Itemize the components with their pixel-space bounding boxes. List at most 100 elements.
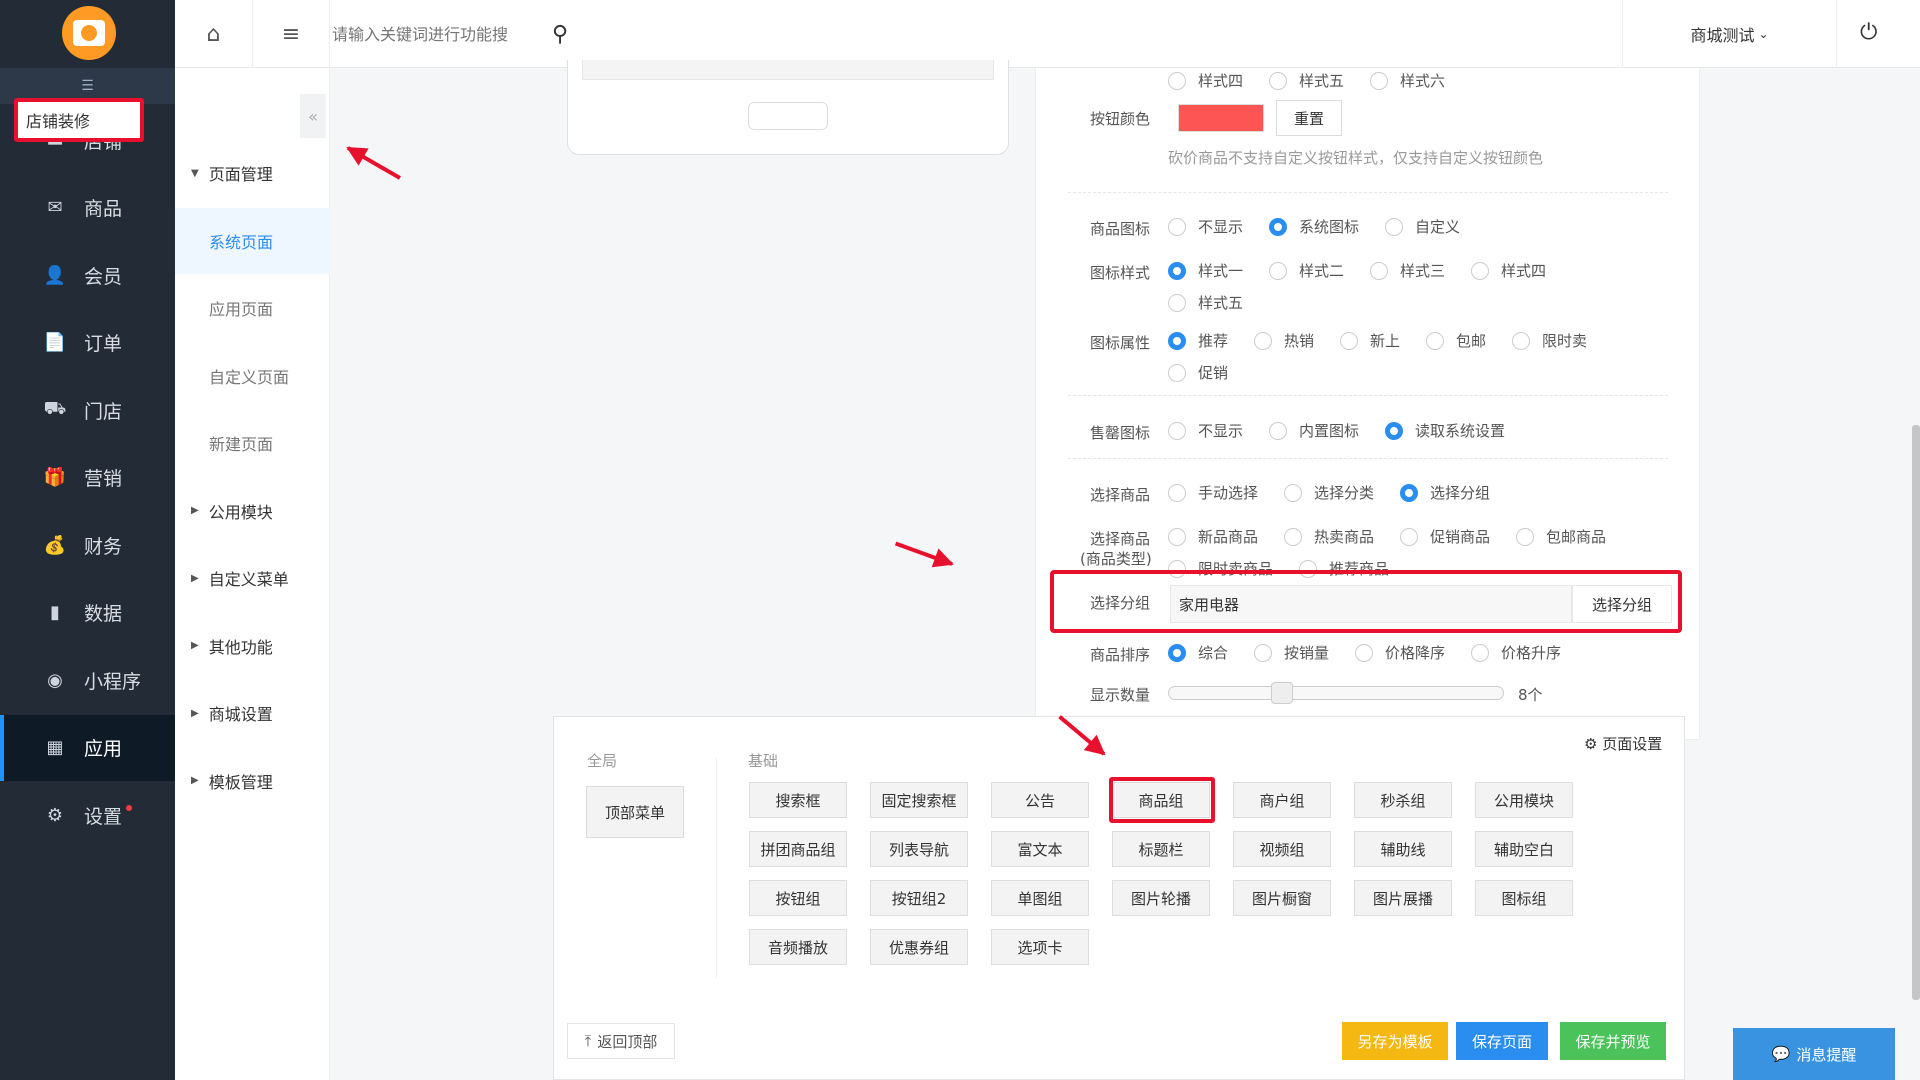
radio-label: 价格升序 — [1501, 644, 1562, 662]
palette-item[interactable]: 辅助空白 — [1475, 831, 1573, 867]
subnav-item-7[interactable]: ▶ 其他功能 — [175, 613, 330, 679]
save-page-button[interactable]: 保存页面 — [1456, 1022, 1548, 1060]
radio-option[interactable]: 热卖商品 — [1284, 526, 1374, 547]
save-template-button[interactable]: 另存为模板 — [1342, 1022, 1448, 1060]
radio-option[interactable]: 自定义 — [1385, 216, 1460, 237]
radio-option[interactable]: 包邮商品 — [1516, 526, 1606, 547]
radio-option[interactable]: 价格降序 — [1355, 642, 1445, 663]
subnav-item-3[interactable]: 自定义页面 — [175, 343, 330, 409]
radio-option[interactable]: 不显示 — [1168, 420, 1243, 441]
shop-dropdown[interactable]: 商城测试 ⌄ — [1622, 0, 1837, 68]
palette-item[interactable]: 优惠券组 — [870, 929, 968, 965]
radio-option[interactable]: 内置图标 — [1269, 420, 1359, 441]
palette-item[interactable]: 选项卡 — [991, 929, 1089, 965]
page-settings-button[interactable]: ⚙ 页面设置 — [1584, 733, 1662, 754]
search-icon[interactable]: ⚲ — [552, 22, 568, 47]
palette-item[interactable]: 公告 — [991, 782, 1089, 818]
count-slider[interactable] — [1168, 686, 1504, 700]
radio-label: 样式五 — [1299, 72, 1345, 90]
nav-item-2[interactable]: 👤 会员 — [0, 242, 175, 308]
palette-item[interactable]: 图标组 — [1475, 880, 1573, 916]
radio-option[interactable]: 新上 — [1340, 330, 1400, 351]
radio-option[interactable]: 按销量 — [1254, 642, 1329, 663]
palette-item[interactable]: 按钮组 — [749, 880, 847, 916]
radio-option[interactable]: 限时卖 — [1512, 330, 1587, 351]
palette-item[interactable]: 音频播放 — [749, 929, 847, 965]
nav-item-4[interactable]: ⛟ 门店 — [0, 377, 175, 443]
palette-item-global[interactable]: 顶部菜单 — [586, 786, 684, 838]
palette-item[interactable]: 图片橱窗 — [1233, 880, 1331, 916]
select-group-label: 选择分组 — [1090, 594, 1151, 612]
nav-item-9[interactable]: ▦ 应用 — [0, 714, 175, 781]
radio-option[interactable]: 系统图标 — [1269, 216, 1359, 237]
radio-option[interactable]: 包邮 — [1426, 330, 1486, 351]
subnav-item-2[interactable]: 应用页面 — [175, 275, 330, 341]
palette-item[interactable]: 富文本 — [991, 831, 1089, 867]
reset-button[interactable]: 重置 — [1276, 100, 1342, 136]
palette-item[interactable]: 商户组 — [1233, 782, 1331, 818]
radio-option[interactable]: 综合 — [1168, 642, 1228, 663]
nav-item-5[interactable]: 🎁 营销 — [0, 445, 175, 511]
nav-item-label: 数据 — [84, 603, 123, 625]
palette-item[interactable]: 图片展播 — [1354, 880, 1452, 916]
preview-button[interactable] — [748, 102, 828, 130]
subnav-item-8[interactable]: ▶ 商城设置 — [175, 680, 330, 746]
radio-option[interactable]: 选择分类 — [1284, 482, 1374, 503]
palette-item[interactable]: 单图组 — [991, 880, 1089, 916]
palette-item[interactable]: 拼团商品组 — [749, 831, 847, 867]
radio-option[interactable]: 样式四 — [1168, 70, 1243, 91]
radio-option[interactable]: 样式六 — [1370, 70, 1445, 91]
count-slider-handle[interactable] — [1271, 682, 1294, 704]
nav-item-8[interactable]: ◉ 小程序 — [0, 647, 175, 713]
radio-option[interactable]: 选择分组 — [1400, 482, 1490, 503]
button-color-swatch[interactable] — [1178, 104, 1264, 132]
nav-item-6[interactable]: 💰 财务 — [0, 512, 175, 578]
nav-item-7[interactable]: ▮ 数据 — [0, 580, 175, 646]
select-group-input[interactable]: 家用电器 — [1170, 585, 1572, 623]
radio-option[interactable]: 手动选择 — [1168, 482, 1258, 503]
subnav-item-5[interactable]: ▶ 公用模块 — [175, 478, 330, 544]
radio-option[interactable]: 促销商品 — [1400, 526, 1490, 547]
select-group-button[interactable]: 选择分组 — [1572, 585, 1672, 623]
save-preview-button[interactable]: 保存并预览 — [1560, 1022, 1666, 1060]
message-button[interactable]: 💬 消息提醒 — [1733, 1028, 1895, 1080]
palette-item[interactable]: 辅助线 — [1354, 831, 1452, 867]
radio-option[interactable]: 推荐 — [1168, 330, 1228, 351]
palette-item[interactable]: 标题栏 — [1112, 831, 1210, 867]
subnav-item-6[interactable]: ▶ 自定义菜单 — [175, 545, 330, 611]
radio-option[interactable]: 样式五 — [1269, 70, 1344, 91]
radio-option[interactable]: 读取系统设置 — [1385, 420, 1505, 441]
palette-item[interactable]: 搜索框 — [749, 782, 847, 818]
menu-icon[interactable]: ≡ — [253, 0, 330, 68]
back-to-top-button[interactable]: ⤒ 返回顶部 — [567, 1023, 675, 1059]
nav-item-3[interactable]: 📄 订单 — [0, 310, 175, 376]
power-icon[interactable]: ⏻ — [1860, 20, 1877, 45]
palette-item[interactable]: 图片轮播 — [1112, 880, 1210, 916]
radio-option[interactable]: 样式五 — [1168, 292, 1243, 313]
nav-item-10[interactable]: ⚙ 设置 — [0, 782, 175, 848]
radio-option[interactable]: 价格升序 — [1471, 642, 1561, 663]
search-input[interactable] — [330, 0, 568, 68]
palette-item[interactable]: 秒杀组 — [1354, 782, 1452, 818]
radio-option[interactable]: 热销 — [1254, 330, 1314, 351]
subnav-collapse-icon[interactable]: « — [300, 94, 326, 138]
radio-option[interactable]: 样式二 — [1269, 260, 1344, 281]
radio-option[interactable]: 样式三 — [1370, 260, 1445, 281]
palette-item[interactable]: 固定搜索框 — [870, 782, 968, 818]
palette-item[interactable]: 按钮组2 — [870, 880, 968, 916]
radio-option[interactable]: 样式四 — [1471, 260, 1546, 281]
scrollbar[interactable] — [1912, 425, 1920, 1000]
home-icon[interactable]: ⌂ — [175, 0, 253, 68]
palette-item[interactable]: 公用模块 — [1475, 782, 1573, 818]
radio-option[interactable]: 样式一 — [1168, 260, 1243, 281]
subnav-item-1[interactable]: 系统页面 — [175, 207, 330, 274]
subnav-item-4[interactable]: 新建页面 — [175, 410, 330, 476]
radio-option[interactable]: 不显示 — [1168, 216, 1243, 237]
radio-option[interactable]: 新品商品 — [1168, 526, 1258, 547]
nav-item-1[interactable]: ✉ 商品 — [0, 175, 175, 241]
palette-item[interactable]: 列表导航 — [870, 831, 968, 867]
palette-item[interactable]: 视频组 — [1233, 831, 1331, 867]
subnav-item-9[interactable]: ▶ 模板管理 — [175, 748, 330, 814]
subnav-item-0[interactable]: ▼ 页面管理 — [175, 140, 330, 206]
radio-option[interactable]: 促销 — [1168, 362, 1228, 383]
